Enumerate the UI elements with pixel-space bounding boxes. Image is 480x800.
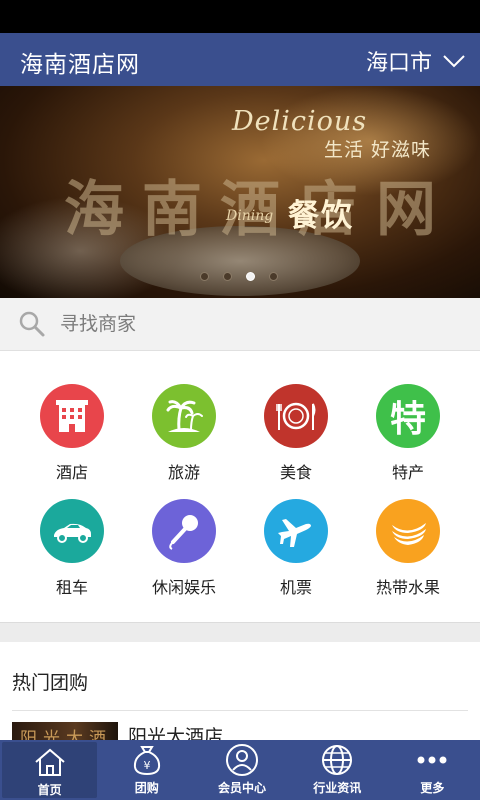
search-icon <box>19 311 45 337</box>
category-label: 热带水果 <box>375 578 440 597</box>
category-hotel[interactable]: 酒店 <box>12 384 132 483</box>
tab-label: 更多 <box>420 781 445 795</box>
city-selector[interactable]: 海口市 <box>366 45 466 77</box>
palm-tree-icon <box>152 384 216 448</box>
tab-group-buy[interactable]: ¥ 团购 <box>99 740 194 800</box>
money-bag-icon: ¥ <box>133 746 160 776</box>
hotel-icon <box>40 384 104 448</box>
chevron-down-icon <box>443 55 465 68</box>
city-label: 海口市 <box>365 51 432 76</box>
promo-banner[interactable]: Delicious 生活 好滋味 海南酒店网 Dining 餐饮 <box>0 86 480 298</box>
category-fruit[interactable]: 热带水果 <box>348 499 468 598</box>
banner-text-canyin: 餐饮 <box>288 198 354 234</box>
banana-icon <box>376 499 440 563</box>
category-label: 休闲娱乐 <box>151 578 216 597</box>
category-label: 旅游 <box>167 463 200 482</box>
category-label: 酒店 <box>55 463 88 482</box>
tab-label: 会员中心 <box>218 781 267 795</box>
category-car-rental[interactable]: 租车 <box>12 499 132 598</box>
globe-icon <box>322 745 353 775</box>
hot-deals-section: 热门团购 阳光大酒 阳光大酒店 <box>0 642 480 752</box>
category-label: 机票 <box>279 578 312 597</box>
banner-text-dining: Dining <box>226 208 274 224</box>
specialty-icon-glyph: 特 <box>389 399 426 440</box>
category-grid: 酒店 旅游 美食 特 特产 租车 休闲娱乐 机票 热带水果 <box>0 350 480 622</box>
plate-cutlery-icon <box>264 384 328 448</box>
section-title: 热门团购 <box>12 672 89 694</box>
tab-label: 行业资讯 <box>313 781 362 795</box>
status-bar <box>0 0 480 33</box>
category-leisure[interactable]: 休闲娱乐 <box>124 499 244 598</box>
svg-text:¥: ¥ <box>143 759 150 772</box>
category-flights[interactable]: 机票 <box>236 499 356 598</box>
tab-industry-news[interactable]: 行业资讯 <box>290 740 385 800</box>
carousel-indicator <box>200 272 278 281</box>
app-title: 海南酒店网 <box>20 52 140 78</box>
microphone-icon <box>152 499 216 563</box>
tab-label: 首页 <box>37 783 62 797</box>
category-label: 租车 <box>55 578 88 597</box>
carousel-dot-active[interactable] <box>246 272 255 281</box>
banner-text-sub: 生活 好滋味 <box>324 139 432 161</box>
bottom-tab-bar: 首页 ¥ 团购 会员中心 行业资讯 更多 <box>0 740 480 800</box>
search-input[interactable] <box>60 313 440 335</box>
home-icon <box>34 748 65 776</box>
app-header: 海南酒店网 海口市 <box>0 33 480 86</box>
divider-line <box>12 710 468 711</box>
category-specialty[interactable]: 特 特产 <box>348 384 468 483</box>
user-icon <box>226 744 258 776</box>
carousel-dot[interactable] <box>223 272 232 281</box>
section-divider <box>0 622 480 642</box>
tab-more[interactable]: 更多 <box>385 740 480 800</box>
specialty-icon: 特 <box>376 384 440 448</box>
tab-label: 团购 <box>134 781 159 795</box>
category-travel[interactable]: 旅游 <box>124 384 244 483</box>
carousel-dot[interactable] <box>269 272 278 281</box>
banner-text-big: 海南酒店网 <box>64 175 454 245</box>
category-label: 美食 <box>279 463 312 482</box>
carousel-dot[interactable] <box>200 272 209 281</box>
category-food[interactable]: 美食 <box>236 384 356 483</box>
car-icon <box>40 499 104 563</box>
more-dots-icon <box>417 756 447 764</box>
tab-member-center[interactable]: 会员中心 <box>194 740 289 800</box>
category-label: 特产 <box>391 463 424 482</box>
airplane-icon <box>264 499 328 563</box>
tab-home[interactable]: 首页 <box>2 742 98 798</box>
search-bar[interactable] <box>0 298 480 350</box>
banner-text-en: Delicious <box>232 106 368 137</box>
